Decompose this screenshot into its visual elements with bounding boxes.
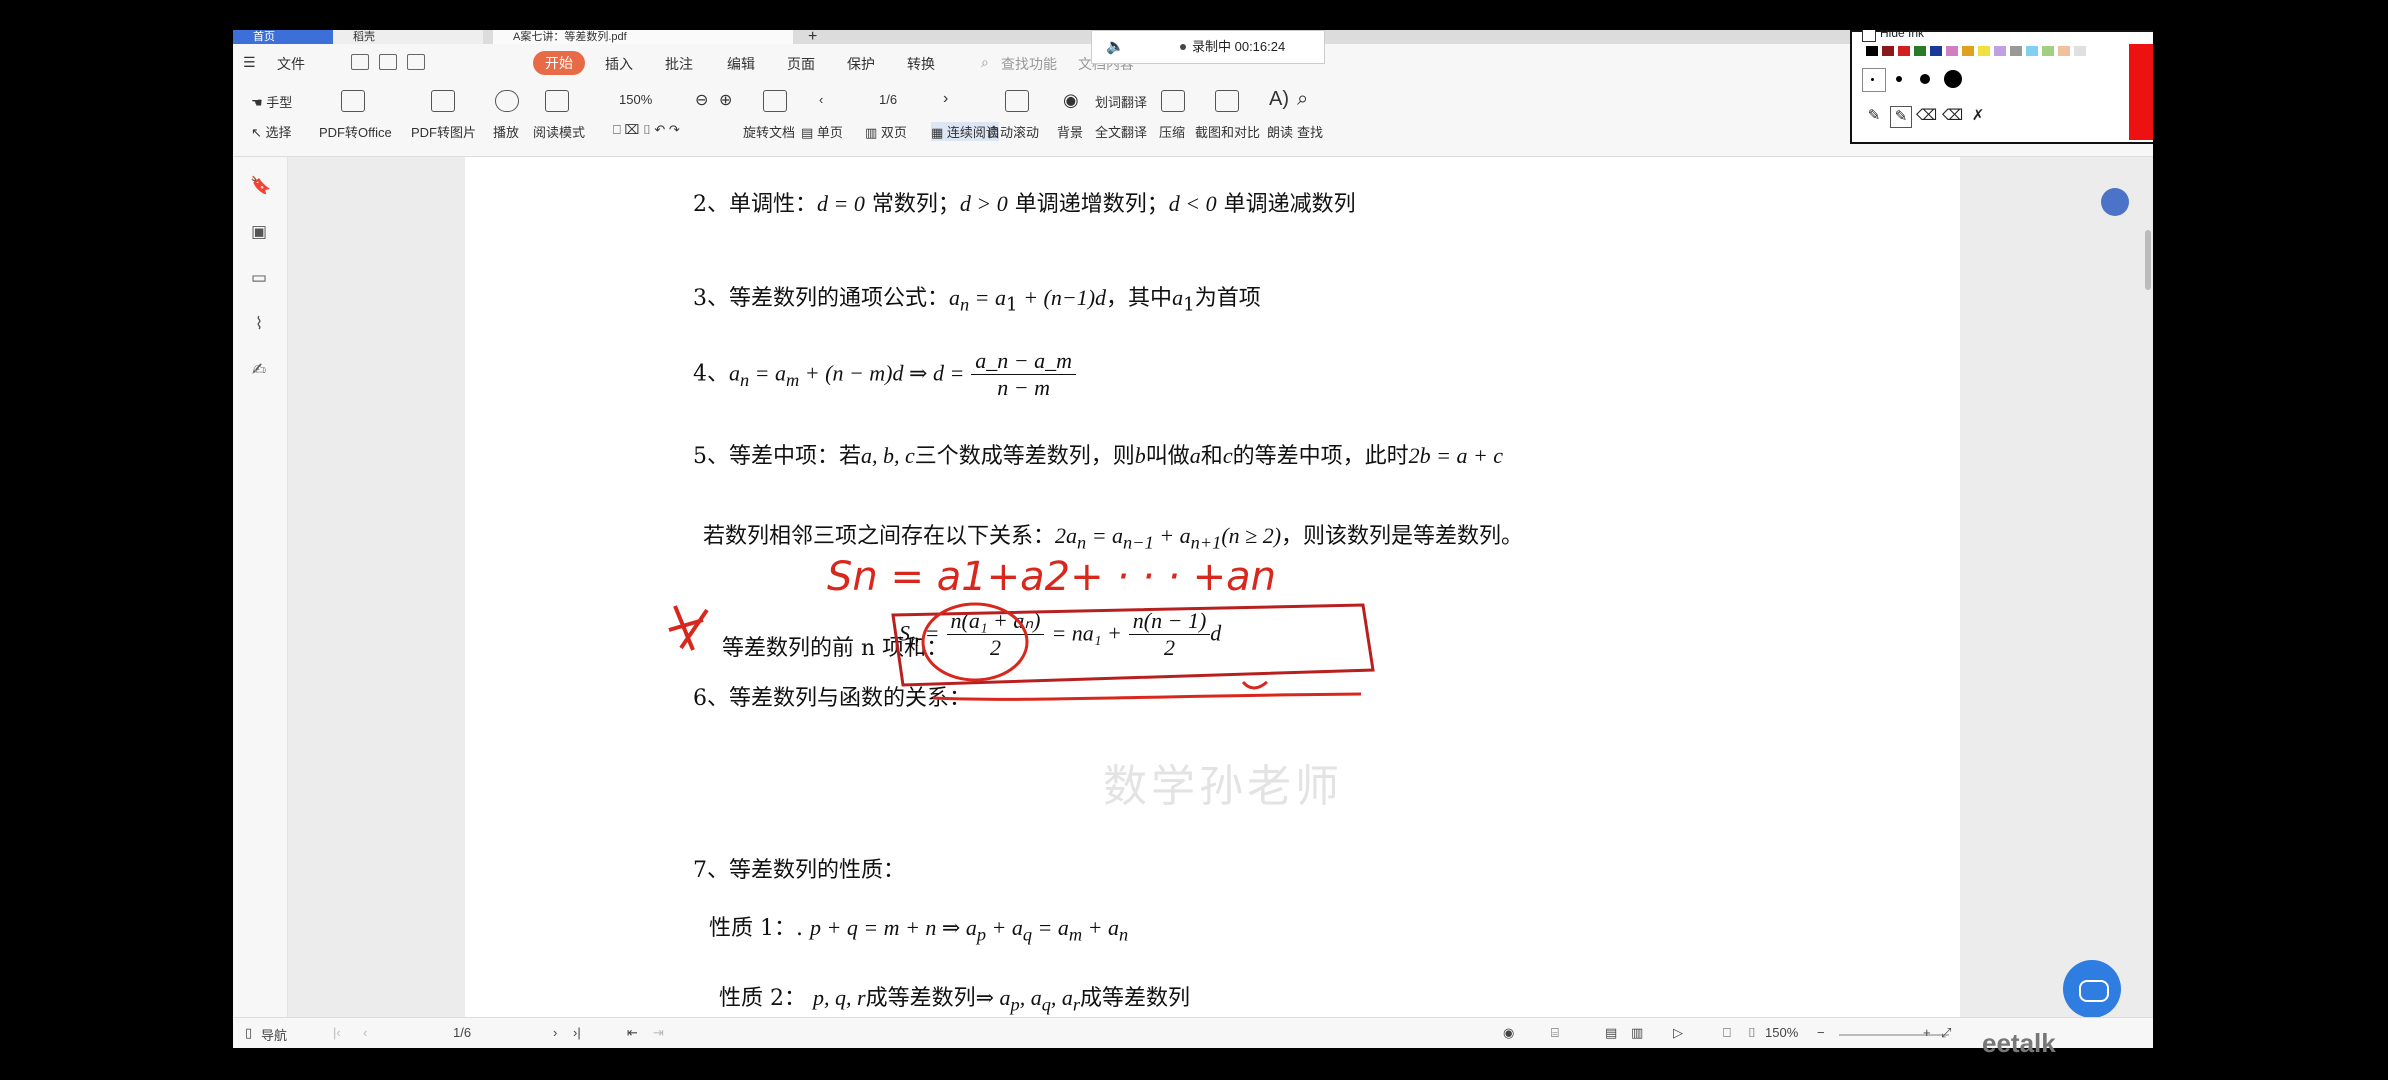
zoom-minus-icon[interactable]: − <box>1817 1025 1825 1040</box>
eetalk-watermark: eetalk <box>1982 1028 2056 1058</box>
crop-icon[interactable]: ⌷ <box>1748 1025 1756 1041</box>
single-view-icon[interactable]: ▤ <box>1605 1025 1617 1041</box>
layout-icon[interactable]: ⌸ <box>1551 1025 1559 1041</box>
back-icon[interactable]: ⇤ <box>627 1025 638 1041</box>
circle-around-fraction <box>921 602 1029 682</box>
status-bar: ▯ 导航 |‹ ‹ 1/6 › ›| ⇤ ⇥ ◉ ⌸ ▤ ▥ ▷ ⎕ ⌷ 150… <box>233 1017 2153 1048</box>
underline-mark <box>932 692 1362 701</box>
play-status-icon[interactable]: ▷ <box>1673 1025 1683 1041</box>
star-mark-icon <box>668 605 709 651</box>
prev-icon[interactable]: ‹ <box>363 1025 367 1040</box>
last-page-icon[interactable]: ›| <box>573 1025 581 1040</box>
status-zoom[interactable]: 150% <box>1765 1025 1798 1040</box>
nav-label[interactable]: 导航 <box>261 1025 287 1044</box>
zoom-slider[interactable] <box>1839 1034 1949 1036</box>
check-mark-icon <box>1241 680 1268 690</box>
double-view-icon[interactable]: ▥ <box>1631 1025 1643 1041</box>
screen: 首页 稻壳 A案七讲：等差数列.pdf + ☰ 文件 开始 插入 批注 编辑 页… <box>233 30 2153 1048</box>
fullscreen-icon[interactable]: ⤢ <box>1941 1025 1951 1041</box>
zoom-plus-icon[interactable]: + <box>1923 1025 1931 1040</box>
forward-icon[interactable]: ⇥ <box>653 1025 664 1041</box>
handwritten-sum-formula: Sn = a1+a2+ · · · +an <box>827 554 1276 600</box>
first-page-icon[interactable]: |‹ <box>333 1025 341 1040</box>
nav-icon[interactable]: ▯ <box>245 1025 252 1041</box>
status-page[interactable]: 1/6 <box>453 1025 471 1040</box>
chat-icon <box>2079 980 2109 1002</box>
next-icon[interactable]: › <box>553 1025 557 1040</box>
fit-icon[interactable]: ⎕ <box>1723 1025 1731 1041</box>
eye-mode-icon[interactable]: ◉ <box>1503 1025 1514 1041</box>
box-around-formula <box>891 603 1375 687</box>
ink-annotations: Sn = a1+a2+ · · · +an <box>668 554 1375 701</box>
